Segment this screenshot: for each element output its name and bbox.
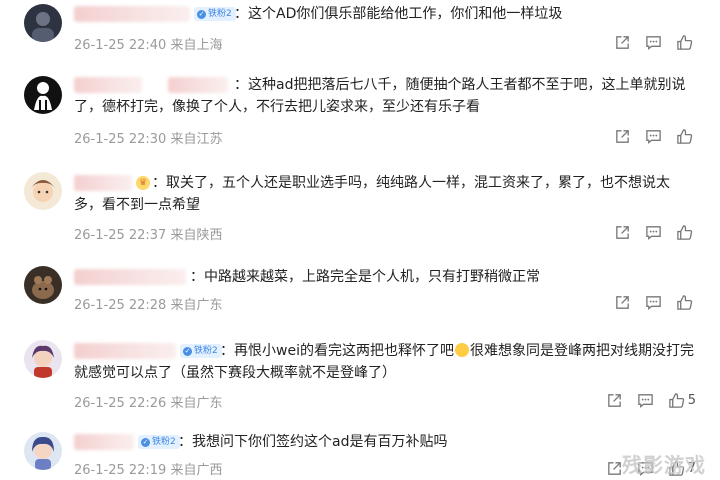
comment-meta: 26-1-25 22:30 来自江苏 <box>74 128 223 147</box>
comment-text: ：再恨小wei的看完这两把也释怀了吧 很难想象同是登峰两把对线期没打完就感觉可以点… <box>74 343 694 381</box>
share-icon[interactable] <box>606 391 623 409</box>
thumbs-up-icon[interactable]: 5 <box>668 391 696 409</box>
avatar[interactable] <box>24 432 62 470</box>
comment-icon[interactable] <box>645 127 662 145</box>
share-icon[interactable] <box>614 223 631 241</box>
comment-meta: 26-1-25 22:19 来自广西 <box>74 459 223 478</box>
comment-item: ：中路越来越菜，上路完全是个人机，只有打野稍微正常 26-1-25 22:28 … <box>0 258 720 326</box>
comment-actions: 5 <box>592 391 696 409</box>
comment-actions <box>600 127 696 145</box>
comment-icon[interactable] <box>645 293 662 311</box>
fan-badge: ✓ 铁粉2 <box>138 435 180 449</box>
comment-location: 来自陕西 <box>170 228 223 243</box>
comment-item: ✓ 铁粉2 ：这个AD你们俱乐部能给他工作，你们和他一样垃圾 26-1-25 22… <box>0 0 720 62</box>
comment-text: ：这个AD你们俱乐部能给他工作，你们和他一样垃圾 <box>234 6 563 22</box>
comment-meta: 26-1-25 22:40 来自上海 <box>74 34 223 53</box>
like-count: 5 <box>687 392 696 408</box>
thumbs-up-icon[interactable] <box>676 223 696 241</box>
comment-actions <box>600 293 696 311</box>
avatar[interactable] <box>24 266 62 304</box>
comment-actions <box>600 33 696 51</box>
comment-meta: 26-1-25 22:28 来自广东 <box>74 294 223 313</box>
comment-text: ：这种ad把把落后七八千，随便抽个路人王者都不至于吧，这上单就别说了，德杯打完，… <box>74 77 686 115</box>
comment-time: 26-1-25 22:40 <box>74 38 167 53</box>
comment-time: 26-1-25 22:19 <box>74 463 167 478</box>
comment-icon[interactable] <box>645 223 662 241</box>
comment-time: 26-1-25 22:30 <box>74 132 167 147</box>
thumbs-up-icon[interactable] <box>676 127 696 145</box>
comment-item: ：这种ad把把落后七八千，随便抽个路人王者都不至于吧，这上单就别说了，德杯打完，… <box>0 68 720 160</box>
watermark: 残影游戏 <box>622 453 706 477</box>
comment-item: ✓ 铁粉2 ：我想问下你们签约这个ad是有百万补贴吗 26-1-25 22:19 … <box>0 426 720 480</box>
comment-location: 来自广东 <box>170 396 223 411</box>
comment-location: 来自江苏 <box>170 132 223 147</box>
comment-location: 来自广东 <box>170 298 223 313</box>
comment-text: ：取关了，五个人还是职业选手吗，纯纯路人一样，混工资来了，累了，也不想说太多，看… <box>74 175 670 213</box>
comment-icon[interactable] <box>637 391 654 409</box>
username-redacted[interactable] <box>74 6 190 22</box>
username-redacted[interactable] <box>74 434 134 450</box>
comment-location: 来自广西 <box>170 463 223 478</box>
thumbs-up-icon[interactable] <box>676 33 696 51</box>
comment-actions <box>600 223 696 241</box>
comment-meta: 26-1-25 22:37 来自陕西 <box>74 224 223 243</box>
comment-item: ✓ 铁粉2 ：再恨小wei的看完这两把也释怀了吧 很难想象同是登峰两把对线期没打完就… <box>0 332 720 422</box>
avatar[interactable] <box>24 76 62 114</box>
share-icon[interactable] <box>614 33 631 51</box>
avatar[interactable] <box>24 4 62 42</box>
comment-location: 来自上海 <box>170 38 223 53</box>
badge-icon: ✓ <box>141 437 150 447</box>
fan-badge: ✓ 铁粉2 <box>194 7 236 21</box>
avatar[interactable] <box>24 172 62 210</box>
thumbs-up-icon[interactable] <box>676 293 696 311</box>
comment-icon[interactable] <box>645 33 662 51</box>
share-icon[interactable] <box>606 459 623 477</box>
badge-icon: ✓ <box>197 9 206 19</box>
comment-text: ：中路越来越菜，上路完全是个人机，只有打野稍微正常 <box>190 269 540 285</box>
comment-text: ：我想问下你们签约这个ad是有百万补贴吗 <box>178 434 448 450</box>
share-icon[interactable] <box>614 293 631 311</box>
comment-item: ♛ ：取关了，五个人还是职业选手吗，纯纯路人一样，混工资来了，累了，也不想说太多… <box>0 164 720 254</box>
comment-meta: 26-1-25 22:26 来自广东 <box>74 392 223 411</box>
comment-time: 26-1-25 22:28 <box>74 298 167 313</box>
share-icon[interactable] <box>614 127 631 145</box>
comment-time: 26-1-25 22:37 <box>74 228 167 243</box>
comment-time: 26-1-25 22:26 <box>74 396 167 411</box>
username-redacted[interactable] <box>74 269 186 285</box>
avatar[interactable] <box>24 340 62 378</box>
smile-emoji-icon <box>454 343 469 357</box>
